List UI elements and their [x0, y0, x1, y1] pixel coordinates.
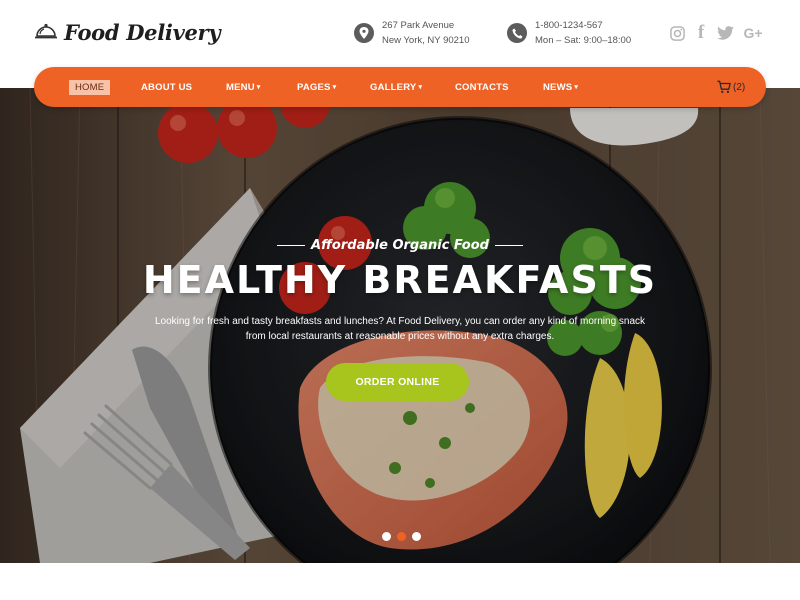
nav-gallery[interactable]: GALLERY ▾: [370, 67, 422, 107]
main-navigation: HOME ABOUT US MENU ▾ PAGES ▾ GALLERY ▾ CONT…: [34, 67, 766, 107]
hero-title: HEALTHY BREAKFASTS: [142, 258, 658, 302]
nav-pages-label: PAGES: [297, 81, 331, 93]
hero-description: Looking for fresh and tasty breakfasts a…: [154, 316, 646, 342]
cloche-icon: [35, 23, 57, 39]
slider-dot-3[interactable]: [412, 532, 421, 541]
phone-block: 1-800-1234-567 Mon – Sat: 9:00–18:00: [507, 18, 631, 48]
nav-pages[interactable]: PAGES ▾: [297, 67, 336, 107]
nav-home[interactable]: HOME: [69, 80, 111, 95]
chevron-down-icon: ▾: [418, 84, 423, 91]
twitter-icon[interactable]: [716, 24, 734, 42]
nav-menu[interactable]: MENU ▾: [226, 67, 261, 107]
google-plus-icon[interactable]: G+: [740, 24, 766, 42]
hero-slider: Affordable Organic Food HEALTHY BREAKFAS…: [0, 88, 800, 563]
phone-icon: [507, 23, 527, 43]
phone-number[interactable]: 1-800-1234-567: [535, 18, 631, 33]
map-pin-icon: [354, 23, 374, 43]
nav-gallery-label: GALLERY: [370, 81, 417, 93]
chevron-down-icon: ▾: [574, 84, 579, 91]
address-line-2: New York, NY 90210: [382, 35, 470, 46]
cart-icon: [717, 80, 731, 93]
slider-dots: [382, 532, 427, 541]
nav-news-label: NEWS: [543, 81, 573, 93]
instagram-icon[interactable]: [668, 24, 686, 42]
address-line-1: 267 Park Avenue: [382, 20, 455, 31]
address-block: 267 Park Avenue New York, NY 90210: [354, 18, 470, 48]
chevron-down-icon: ▾: [332, 84, 337, 91]
opening-hours: Mon – Sat: 9:00–18:00: [535, 35, 632, 46]
nav-news[interactable]: NEWS ▾: [543, 67, 578, 107]
nav-contacts[interactable]: CONTACTS: [455, 67, 509, 107]
social-links: f G+: [668, 22, 772, 43]
cart-button[interactable]: (2): [717, 67, 745, 107]
logo[interactable]: Food Delivery: [34, 14, 221, 50]
slider-dot-2[interactable]: [397, 532, 406, 541]
brand-name: Food Delivery: [64, 19, 221, 45]
facebook-icon[interactable]: f: [692, 22, 710, 43]
nav-menu-label: MENU: [226, 81, 255, 93]
hero-subtitle: Affordable Organic Food: [311, 238, 489, 253]
chevron-down-icon: ▾: [256, 84, 261, 91]
order-online-button[interactable]: ORDER ONLINE: [326, 363, 469, 401]
divider-line: [494, 244, 523, 247]
cart-count: (2): [733, 81, 746, 93]
nav-about-us[interactable]: ABOUT US: [141, 67, 192, 107]
page-content-start: [0, 563, 800, 600]
divider-line: [277, 244, 306, 247]
hero-subtitle-row: Affordable Organic Food: [0, 238, 800, 253]
slider-dot-1[interactable]: [382, 532, 391, 541]
